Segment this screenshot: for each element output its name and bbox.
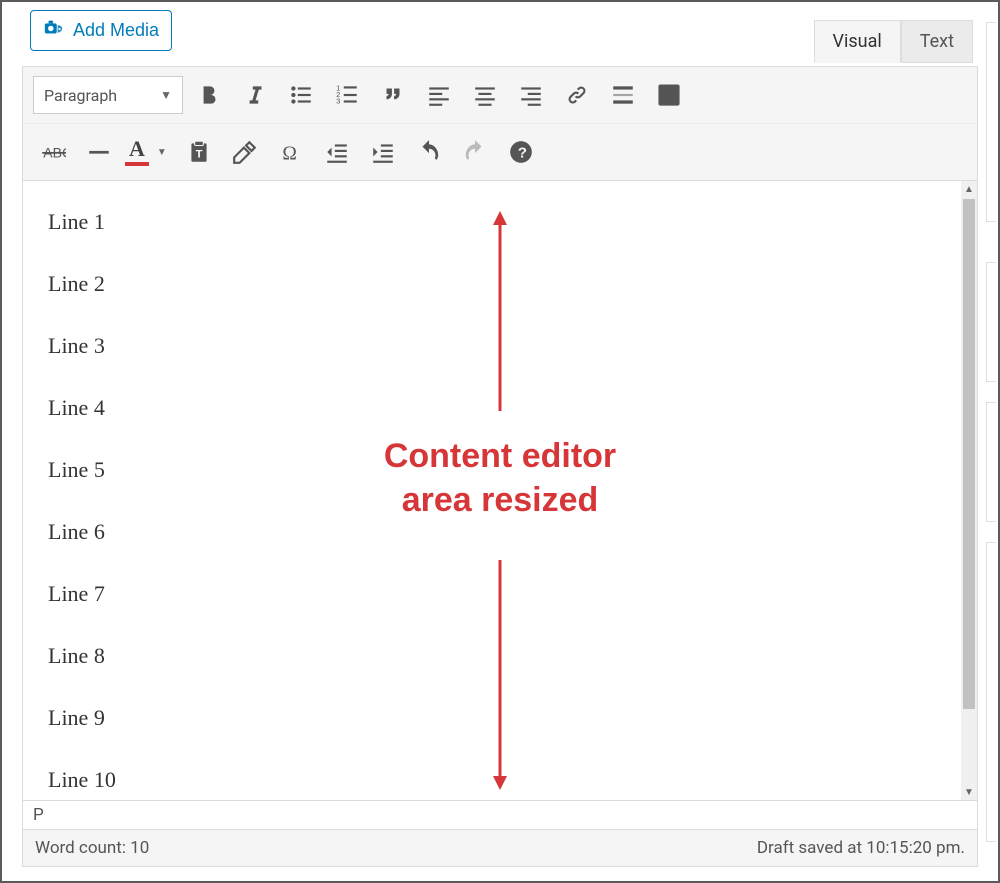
align-center-button[interactable]	[465, 75, 505, 115]
link-button[interactable]	[557, 75, 597, 115]
svg-text:?: ?	[518, 144, 527, 161]
numbered-list-button[interactable]: 123	[327, 75, 367, 115]
read-more-button[interactable]	[603, 75, 643, 115]
blockquote-button[interactable]	[373, 75, 413, 115]
word-count: Word count: 10	[35, 838, 149, 858]
format-select-value: Paragraph	[44, 86, 117, 105]
sidebar-stub	[986, 22, 996, 222]
sidebar-stub	[986, 402, 996, 522]
outdent-button[interactable]	[317, 132, 357, 172]
svg-text:T: T	[196, 148, 203, 160]
special-char-button[interactable]: Ω	[271, 132, 311, 172]
sidebar-stub	[986, 262, 996, 382]
vertical-scrollbar[interactable]: ▲ ▼	[961, 181, 977, 800]
text-color-icon: A	[125, 138, 149, 166]
sidebar-stub	[986, 542, 996, 842]
content-line[interactable]: Line 5	[48, 457, 936, 483]
add-media-label: Add Media	[73, 20, 159, 41]
help-button[interactable]: ?	[501, 132, 541, 172]
content-line[interactable]: Line 2	[48, 271, 936, 297]
undo-button[interactable]	[409, 132, 449, 172]
editor-tabs: Visual Text	[814, 20, 973, 63]
add-media-button[interactable]: Add Media	[30, 10, 172, 51]
element-path[interactable]: P	[22, 801, 978, 830]
content-body[interactable]: Line 1 Line 2 Line 3 Line 4 Line 5 Line 6 Line…	[23, 181, 961, 800]
chevron-down-icon[interactable]: ▼	[151, 147, 173, 158]
content-line[interactable]: Line 4	[48, 395, 936, 421]
bullet-list-button[interactable]	[281, 75, 321, 115]
content-line[interactable]: Line 3	[48, 333, 936, 359]
italic-button[interactable]	[235, 75, 275, 115]
align-left-button[interactable]	[419, 75, 459, 115]
scroll-up-icon[interactable]: ▲	[961, 181, 977, 197]
clear-formatting-button[interactable]	[225, 132, 265, 172]
editor-toolbar: Paragraph ▼ 123 ABC A ▼	[22, 66, 978, 181]
save-status: Draft saved at 10:15:20 pm.	[757, 838, 965, 858]
format-select[interactable]: Paragraph ▼	[33, 76, 183, 114]
tab-text[interactable]: Text	[901, 20, 973, 63]
bold-button[interactable]	[189, 75, 229, 115]
content-line[interactable]: Line 8	[48, 643, 936, 669]
toolbar-toggle-button[interactable]	[649, 75, 689, 115]
paste-text-button[interactable]: T	[179, 132, 219, 172]
content-line[interactable]: Line 1	[48, 209, 936, 235]
content-editor-area[interactable]: Line 1 Line 2 Line 3 Line 4 Line 5 Line 6 Line…	[22, 181, 978, 801]
content-line[interactable]: Line 9	[48, 705, 936, 731]
camera-icon	[43, 17, 65, 44]
indent-button[interactable]	[363, 132, 403, 172]
status-bar: Word count: 10 Draft saved at 10:15:20 p…	[22, 830, 978, 867]
tab-visual[interactable]: Visual	[814, 20, 901, 63]
text-color-button[interactable]: A ▼	[125, 138, 173, 166]
svg-text:3: 3	[336, 97, 340, 106]
content-line[interactable]: Line 6	[48, 519, 936, 545]
horizontal-rule-button[interactable]	[79, 132, 119, 172]
redo-button[interactable]	[455, 132, 495, 172]
content-line[interactable]: Line 10	[48, 767, 936, 793]
align-right-button[interactable]	[511, 75, 551, 115]
content-line[interactable]: Line 7	[48, 581, 936, 607]
scroll-down-icon[interactable]: ▼	[961, 784, 977, 800]
chevron-down-icon: ▼	[160, 88, 172, 102]
scroll-thumb[interactable]	[963, 199, 975, 709]
strikethrough-button[interactable]: ABC	[33, 132, 73, 172]
svg-text:Ω: Ω	[282, 144, 297, 165]
